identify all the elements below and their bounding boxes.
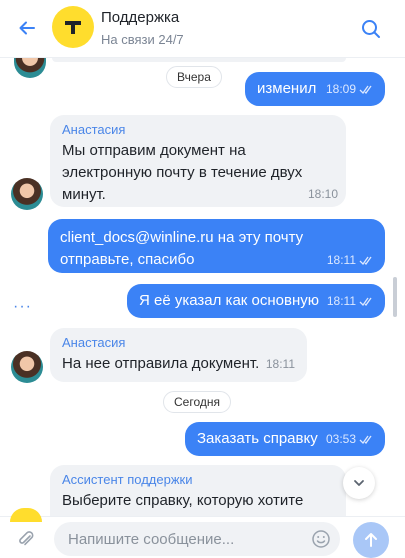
message-text: Выберите справку, которую хотите	[62, 492, 304, 509]
sender-name: Анастасия	[62, 122, 126, 137]
double-check-icon	[359, 256, 372, 265]
double-check-icon	[359, 297, 372, 306]
arrow-left-icon	[19, 21, 35, 35]
more-options-icon[interactable]: ···	[13, 298, 32, 316]
agent-avatar	[11, 178, 43, 210]
back-button[interactable]	[14, 15, 40, 41]
attach-button[interactable]	[14, 527, 38, 551]
scrollbar[interactable]	[393, 277, 397, 317]
message-input[interactable]	[54, 522, 340, 556]
message-text-line: электронную почту в течение двух	[62, 164, 303, 181]
message-time: 18:11	[326, 253, 356, 267]
message-text: Я её указал как основную	[139, 292, 319, 309]
date-separator: Вчера	[166, 66, 222, 88]
smile-icon	[312, 530, 330, 548]
message-time: 18:11	[265, 357, 295, 371]
chat-header: Поддержка На связи 24/7	[0, 0, 405, 58]
incoming-message[interactable]: Ассистент поддержки Выберите справку, ко…	[50, 465, 346, 516]
outgoing-message[interactable]: Заказать справку 03:53	[185, 422, 385, 456]
message-time: 18:10	[307, 187, 338, 201]
chat-title: Поддержка	[101, 9, 180, 26]
double-check-icon	[359, 435, 372, 444]
agent-avatar	[11, 351, 43, 383]
message-text-line: отправьте, спасибо	[60, 251, 195, 268]
outgoing-message[interactable]: Я её указал как основную 18:11	[127, 284, 385, 318]
sender-name: Анастасия	[62, 335, 126, 350]
message-bubble	[52, 58, 346, 62]
message-text: Заказать справку	[197, 430, 318, 447]
paperclip-icon	[19, 531, 34, 546]
send-button[interactable]	[353, 522, 389, 558]
outgoing-message[interactable]: изменил 18:09	[245, 72, 385, 106]
scroll-down-button[interactable]	[343, 467, 375, 499]
arrow-up-icon	[365, 533, 377, 547]
message-text: изменил	[257, 80, 317, 97]
message-text-line: Мы отправим документ на	[62, 142, 246, 159]
chevron-down-icon	[354, 480, 364, 486]
message-time: 18:09	[325, 82, 356, 96]
incoming-message[interactable]: Анастасия На нее отправила документ. 18:…	[50, 328, 307, 382]
agent-avatar	[14, 58, 46, 78]
search-icon	[362, 20, 380, 38]
message-list[interactable]: Вчера изменил 18:09 Анастасия Мы отправи…	[0, 58, 405, 516]
composer	[0, 516, 405, 558]
emoji-button[interactable]	[309, 527, 333, 551]
chat-status: На связи 24/7	[101, 32, 184, 47]
message-time: 03:53	[325, 432, 356, 446]
double-check-icon	[359, 85, 372, 94]
search-button[interactable]	[358, 16, 384, 42]
message-time: 18:11	[326, 294, 356, 308]
date-separator: Сегодня	[163, 391, 231, 413]
message-text-line: минут.	[62, 186, 106, 203]
message-text: На нее отправила документ.	[62, 355, 260, 372]
sender-name: Ассистент поддержки	[62, 472, 193, 487]
incoming-message[interactable]: Анастасия Мы отправим документ на электр…	[50, 115, 346, 207]
message-text-line: client_docs@winline.ru на эту почту	[60, 229, 304, 246]
t-logo-icon	[52, 6, 94, 48]
outgoing-message[interactable]: client_docs@winline.ru на эту почту отпр…	[48, 219, 385, 273]
